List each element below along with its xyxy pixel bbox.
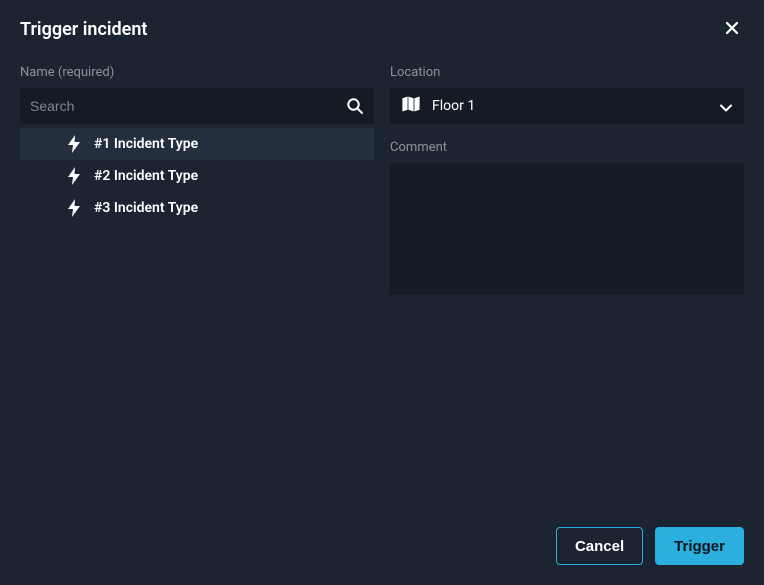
comment-label: Comment (390, 140, 744, 155)
dialog-header: Trigger incident (20, 16, 744, 43)
location-block: Location Floor 1 (390, 65, 744, 124)
close-button[interactable] (720, 16, 744, 43)
search-icon (346, 97, 364, 115)
incident-type-item[interactable]: #3 Incident Type (20, 192, 374, 224)
details-column: Location Floor 1 (390, 65, 744, 527)
name-label: Name (required) (20, 65, 374, 80)
incident-type-label: #2 Incident Type (94, 168, 198, 184)
incident-type-label: #3 Incident Type (94, 200, 198, 216)
name-column: Name (required) #1 Inc (20, 65, 374, 527)
dialog-body: Name (required) #1 Inc (20, 65, 744, 527)
search-input[interactable] (20, 88, 374, 124)
dialog-title: Trigger incident (20, 19, 147, 40)
trigger-incident-dialog: Trigger incident Name (required) (0, 0, 764, 585)
incident-type-label: #1 Incident Type (94, 136, 198, 152)
incident-type-list: #1 Incident Type #2 Incident Type (20, 128, 374, 224)
lightning-icon (68, 199, 80, 217)
lightning-icon (68, 167, 80, 185)
incident-type-item[interactable]: #1 Incident Type (20, 128, 374, 160)
location-select-content: Floor 1 (402, 96, 475, 116)
location-label: Location (390, 65, 744, 80)
location-select[interactable]: Floor 1 (390, 88, 744, 124)
cancel-button[interactable]: Cancel (556, 527, 643, 565)
incident-type-item[interactable]: #2 Incident Type (20, 160, 374, 192)
comment-block: Comment (390, 140, 744, 299)
map-icon (402, 96, 420, 116)
comment-textarea[interactable] (390, 163, 744, 295)
lightning-icon (68, 135, 80, 153)
chevron-down-icon (720, 97, 732, 116)
trigger-button[interactable]: Trigger (655, 527, 744, 565)
close-icon (724, 20, 740, 39)
location-selected-text: Floor 1 (432, 98, 475, 114)
dialog-footer: Cancel Trigger (20, 527, 744, 565)
search-wrapper (20, 88, 374, 124)
